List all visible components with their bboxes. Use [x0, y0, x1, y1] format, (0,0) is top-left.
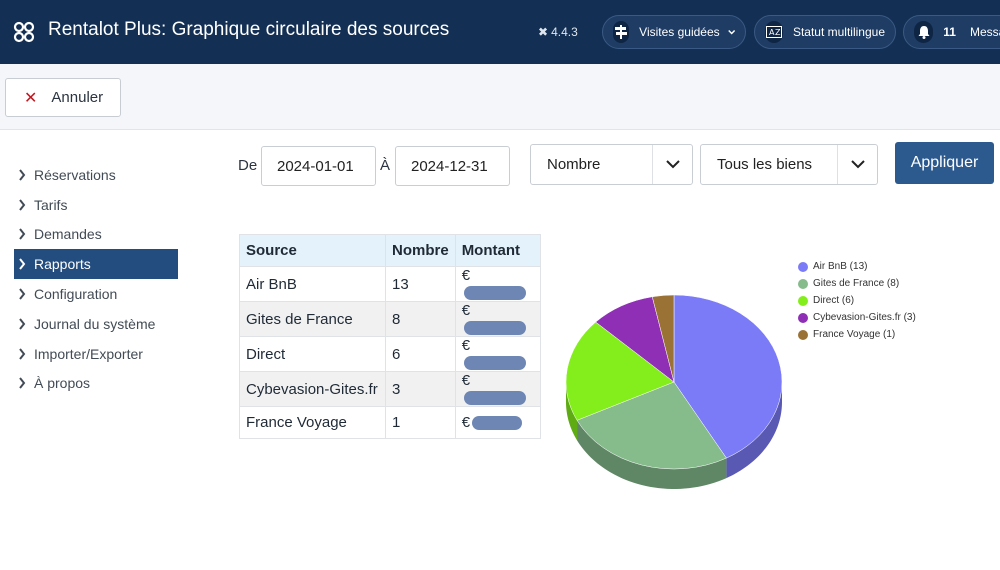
- legend-label: Cybevasion-Gites.fr (3): [813, 312, 916, 323]
- legend-item: Cybevasion-Gites.fr (3): [798, 312, 928, 324]
- legend-label: Direct (6): [813, 295, 855, 306]
- chart-legend: Air BnB (13) Gites de France (8) Direct (6…: [798, 261, 928, 346]
- legend-swatch: [798, 262, 808, 272]
- legend-item: Direct (6): [798, 295, 928, 307]
- legend-swatch: [798, 279, 808, 289]
- legend-label: France Voyage (1): [813, 329, 896, 340]
- legend-swatch: [798, 296, 808, 306]
- legend-swatch: [798, 313, 808, 323]
- legend-item: Air BnB (13): [798, 261, 928, 273]
- legend-item: France Voyage (1): [798, 329, 928, 341]
- legend-item: Gites de France (8): [798, 278, 928, 290]
- legend-label: Air BnB (13): [813, 261, 868, 272]
- legend-label: Gites de France (8): [813, 278, 900, 289]
- legend-swatch: [798, 330, 808, 340]
